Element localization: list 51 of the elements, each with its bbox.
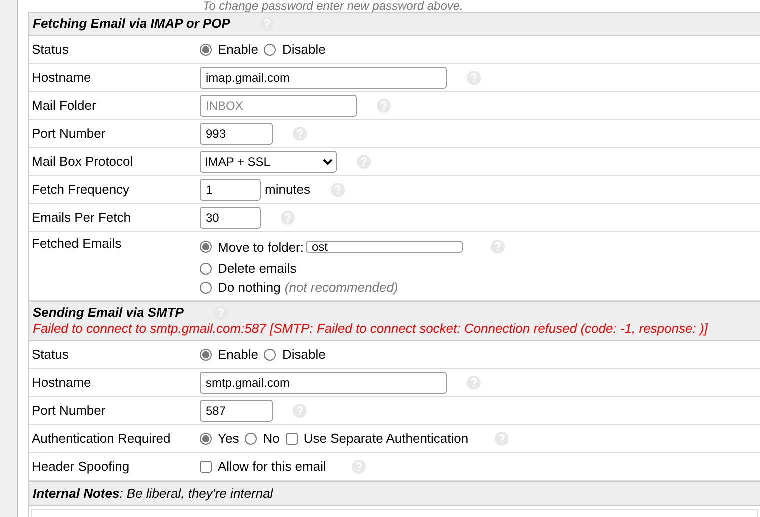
option-note: (not recommended)	[284, 280, 398, 295]
text-field[interactable]: INBOX	[200, 94, 357, 116]
field-label: Emails Per Fetch	[31, 210, 132, 225]
radio-button[interactable]	[200, 432, 212, 444]
checkbox[interactable]	[200, 460, 212, 472]
radio-button[interactable]	[200, 44, 212, 56]
field-label: Mail Folder	[31, 98, 98, 113]
field-label: Port Number	[31, 126, 107, 141]
field-label: Status	[31, 42, 70, 57]
password-hint: To change password enter new password above.	[203, 0, 464, 12]
option-label: Yes	[218, 431, 240, 446]
radio-button[interactable]	[200, 348, 212, 360]
option-label: Enable	[218, 347, 258, 362]
section-title: Fetching Email via IMAP or POP	[33, 16, 230, 31]
field-label: Port Number	[31, 403, 107, 418]
text-field[interactable]: imap.gmail.com	[200, 66, 447, 88]
radio-button[interactable]	[200, 262, 212, 274]
field-label: Status	[31, 347, 70, 362]
option-label: No	[263, 431, 280, 446]
text-field[interactable]: 1	[200, 178, 261, 200]
checkbox[interactable]	[286, 432, 298, 444]
section-title: Internal Notes: Be liberal, they're internal	[33, 486, 274, 501]
text-field[interactable]: 30	[200, 206, 261, 228]
option-label: Disable	[282, 42, 326, 57]
option-label: Delete emails	[218, 261, 297, 276]
radio-button[interactable]	[264, 348, 276, 360]
option-label: Disable	[282, 347, 326, 362]
text-field[interactable]: 993	[200, 122, 273, 144]
field-label: Fetch Frequency	[31, 182, 131, 197]
error-message: Failed to connect to smtp.gmail.com:587 [SMTP: Failed to connect socket: Connection refused (code: -1, response: )]	[33, 321, 709, 336]
radio-button[interactable]	[200, 241, 212, 253]
section-title: Sending Email via SMTP	[33, 305, 184, 320]
option-label: Do nothing	[218, 280, 281, 295]
text-field[interactable]: smtp.gmail.com	[200, 372, 447, 394]
field-label: Authentication Required	[31, 431, 172, 446]
protocol-dropdown[interactable]: IMAP + SSL	[200, 150, 337, 172]
radio-button[interactable]	[200, 282, 212, 294]
checkbox-label: Use Separate Authentication	[304, 431, 469, 446]
option-label: Move to folder:	[218, 240, 304, 254]
option-label: Enable	[218, 42, 258, 57]
field-label: Mail Box Protocol	[31, 154, 134, 169]
folder-field[interactable]: ost	[306, 241, 463, 253]
field-label: Hostname	[31, 70, 92, 85]
unit-label: minutes	[265, 182, 311, 197]
checkbox-label: Allow for this email	[218, 459, 326, 474]
radio-button[interactable]	[245, 432, 258, 444]
field-label: Header Spoofing	[31, 459, 131, 474]
field-label: Hostname	[31, 375, 92, 390]
field-label: Fetched Emails	[31, 236, 123, 251]
radio-button[interactable]	[264, 44, 276, 56]
text-field[interactable]: 587	[200, 400, 273, 422]
